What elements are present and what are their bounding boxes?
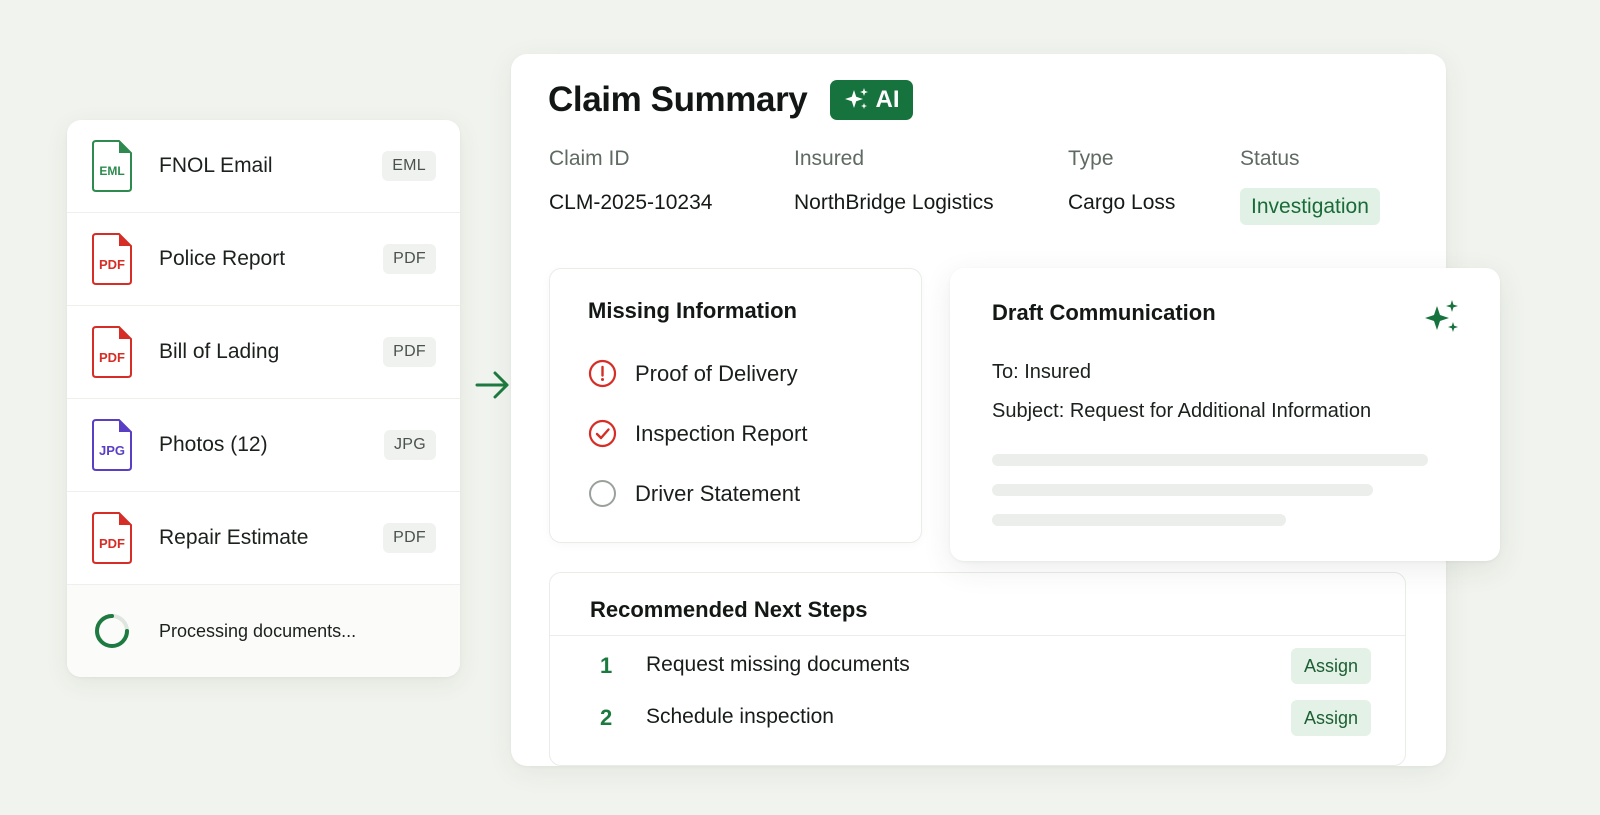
page-title: Claim Summary	[548, 80, 808, 119]
missing-information-title: Missing Information	[588, 298, 797, 323]
claim-id-label: Claim ID	[549, 147, 630, 170]
assign-button[interactable]: Assign	[1291, 648, 1371, 684]
missing-item-label: Proof of Delivery	[635, 360, 798, 386]
document-row-bill-of-lading[interactable]: PDF Bill of Lading PDF	[67, 306, 460, 399]
draft-communication-title: Draft Communication	[992, 300, 1216, 325]
draft-recipient: To: Insured	[992, 361, 1091, 383]
document-name: Photos (12)	[159, 433, 268, 456]
svg-text:PDF: PDF	[99, 257, 125, 272]
document-name: Bill of Lading	[159, 340, 280, 363]
svg-text:EML: EML	[99, 164, 124, 178]
document-list-panel: EML FNOL Email EML PDF Police Report PDF…	[67, 120, 460, 677]
step-number: 2	[600, 705, 613, 730]
type-label: Type	[1068, 147, 1114, 170]
step-text: Schedule inspection	[646, 705, 834, 728]
missing-item-driver-statement[interactable]: Driver Statement	[588, 479, 800, 508]
insured-value: NorthBridge Logistics	[794, 191, 994, 214]
status-label: Status	[1240, 147, 1300, 170]
recommended-next-steps-box: Recommended Next Steps 1 Request missing…	[549, 572, 1406, 766]
file-type-badge: PDF	[383, 337, 436, 367]
draft-communication-card[interactable]: Draft Communication To: Insured Subject:…	[950, 268, 1500, 561]
insured-label: Insured	[794, 147, 865, 170]
missing-item-label: Driver Statement	[635, 480, 801, 506]
svg-text:JPG: JPG	[99, 443, 125, 458]
processing-status: Processing documents...	[67, 585, 460, 677]
assign-button[interactable]: Assign	[1291, 700, 1371, 736]
step-number: 1	[600, 653, 613, 678]
jpg-file-icon: JPG	[91, 419, 133, 471]
check-circle-icon	[588, 419, 617, 448]
step-text: Request missing documents	[646, 653, 910, 676]
ai-badge-label: AI	[875, 86, 900, 113]
ai-badge: AI	[830, 80, 913, 120]
sparkle-icon	[1425, 300, 1458, 332]
missing-item-inspection-report[interactable]: Inspection Report	[588, 419, 807, 448]
document-name: FNOL Email	[159, 154, 273, 177]
document-row-fnol-email[interactable]: EML FNOL Email EML	[67, 120, 460, 213]
draft-subject: Subject: Request for Additional Informat…	[992, 400, 1372, 422]
file-type-badge: PDF	[383, 244, 436, 274]
empty-circle-icon	[589, 480, 616, 507]
pdf-file-icon: PDF	[91, 512, 133, 564]
svg-text:PDF: PDF	[99, 350, 125, 365]
svg-text:PDF: PDF	[99, 536, 125, 551]
file-type-badge: JPG	[383, 430, 436, 460]
exclamation-circle-icon	[588, 359, 617, 388]
document-row-photos[interactable]: JPG Photos (12) JPG	[67, 399, 460, 492]
divider	[550, 635, 1405, 636]
document-row-police-report[interactable]: PDF Police Report PDF	[67, 213, 460, 306]
sparkle-icon	[844, 88, 868, 109]
text-placeholder-line	[992, 514, 1286, 526]
document-row-repair-estimate[interactable]: PDF Repair Estimate PDF	[67, 492, 460, 585]
arrow-right-icon	[475, 371, 509, 399]
eml-file-icon: EML	[91, 140, 133, 192]
next-steps-title: Recommended Next Steps	[590, 597, 868, 622]
status-badge: Investigation	[1240, 188, 1380, 225]
document-name: Repair Estimate	[159, 526, 309, 549]
document-name: Police Report	[159, 247, 286, 270]
pdf-file-icon: PDF	[91, 233, 133, 285]
missing-information-box: Missing Information Proof of Delivery In…	[549, 268, 922, 543]
type-value: Cargo Loss	[1068, 191, 1176, 214]
file-type-badge: EML	[382, 151, 436, 181]
missing-item-label: Inspection Report	[635, 420, 808, 446]
pdf-file-icon: PDF	[91, 326, 133, 378]
file-type-badge: PDF	[383, 523, 436, 553]
text-placeholder-line	[992, 484, 1373, 496]
processing-text: Processing documents...	[159, 620, 357, 641]
loading-spinner-icon	[95, 614, 129, 648]
text-placeholder-line	[992, 454, 1428, 466]
missing-item-proof-of-delivery[interactable]: Proof of Delivery	[588, 359, 798, 388]
claim-id-value: CLM-2025-10234	[549, 191, 713, 214]
